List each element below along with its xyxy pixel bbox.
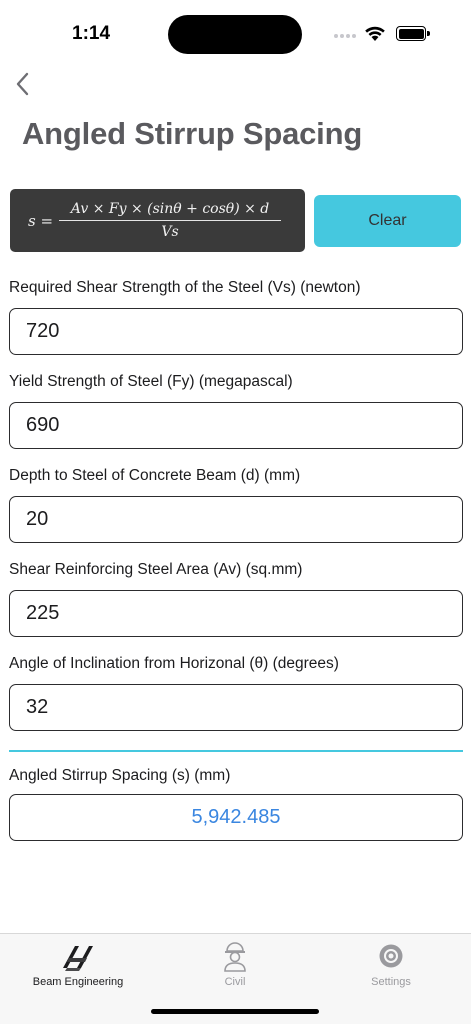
formula-fraction: Av × Fy × (sinθ + cosθ) × d Vs <box>59 201 282 240</box>
status-time: 1:14 <box>72 23 111 44</box>
vs-label: Required Shear Strength of the Steel (Vs… <box>9 279 361 296</box>
fy-label: Yield Strength of Steel (Fy) (megapascal… <box>9 373 293 390</box>
tab-label: Beam Engineering <box>32 976 124 988</box>
theta-input[interactable]: 32 <box>9 684 463 731</box>
tab-label: Settings <box>371 976 411 988</box>
clear-button[interactable]: Clear <box>314 195 461 247</box>
signal-icon <box>334 34 356 38</box>
page-title: Angled Stirrup Spacing <box>22 116 363 151</box>
d-label: Depth to Steel of Concrete Beam (d) (mm) <box>9 467 301 484</box>
av-input[interactable]: 225 <box>9 590 463 637</box>
formula-display: s = Av × Fy × (sinθ + cosθ) × d Vs <box>10 189 305 252</box>
back-button[interactable] <box>10 70 34 98</box>
gear-icon <box>379 944 403 968</box>
result-label: Angled Stirrup Spacing (s) (mm) <box>9 767 231 784</box>
status-bar: 1:14 <box>0 0 471 60</box>
theta-label: Angle of Inclination from Horizonal (θ) … <box>9 655 339 672</box>
formula-lhs: s = <box>28 211 54 230</box>
tab-label: Civil <box>224 976 246 988</box>
fy-input[interactable]: 690 <box>9 402 463 449</box>
dynamic-island <box>168 15 302 54</box>
beam-icon <box>63 946 93 971</box>
av-label: Shear Reinforcing Steel Area (Av) (sq.mm… <box>9 561 303 578</box>
tab-civil[interactable]: Civil <box>175 940 295 988</box>
chevron-left-icon <box>16 72 29 96</box>
battery-icon <box>396 26 430 41</box>
tab-settings[interactable]: Settings <box>331 940 451 988</box>
wifi-icon <box>365 26 385 41</box>
section-divider <box>9 750 463 752</box>
tab-beam-engineering[interactable]: Beam Engineering <box>18 940 138 988</box>
result-output: 5,942.485 <box>9 794 463 841</box>
worker-icon <box>224 942 246 972</box>
formula-denominator: Vs <box>161 224 179 240</box>
home-indicator <box>151 1009 319 1014</box>
formula-numerator: Av × Fy × (sinθ + cosθ) × d <box>70 201 270 217</box>
d-input[interactable]: 20 <box>9 496 463 543</box>
vs-input[interactable]: 720 <box>9 308 463 355</box>
